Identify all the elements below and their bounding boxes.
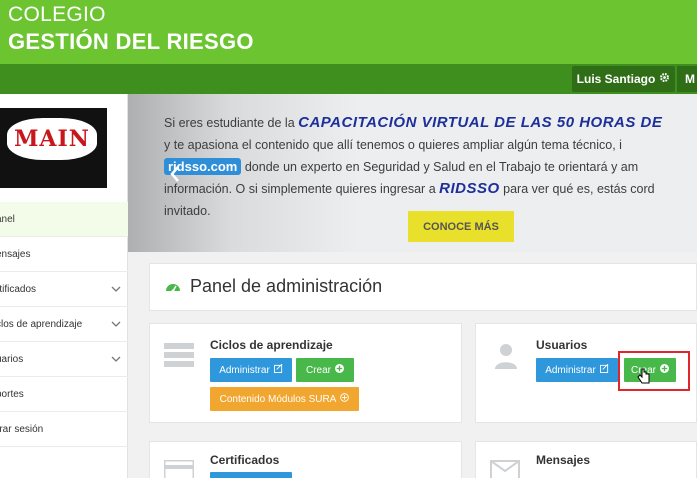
usuarios-administrar-button[interactable]: Administrar [536,358,618,382]
sidebar-item-panel[interactable]: anel [0,202,128,237]
sidebar-item-label: clos de aprendizaje [0,318,83,330]
sidebar-item-label: rrar sesión [0,423,44,435]
sidebar-item-label: uarios [0,353,24,365]
banner-line4a: información. O si simplemente quieres in… [164,182,436,196]
certificados-administrar-button[interactable] [210,472,292,478]
plus-circle-icon [335,364,344,376]
user-menu-button[interactable]: Luis Santiago [572,66,675,92]
sidebar-item-reportes[interactable]: portes [0,377,128,412]
plus-circle-icon [340,393,350,405]
user-icon [494,342,518,375]
promo-banner: Si eres estudiante de la CAPACITACIÓN VI… [128,94,697,252]
sidebar-item-mensajes[interactable]: ensajes [0,237,128,272]
chevron-down-icon [110,318,122,330]
red-highlight-box [618,351,690,391]
contenido-modulos-sura-button[interactable]: Contenido Módulos SURA [210,387,359,411]
ciclos-administrar-button[interactable]: Administrar [210,358,292,382]
brand-title-line1: COLEGIO [8,3,106,26]
chevron-left-icon[interactable] [170,166,180,187]
banner-highlight-capacitacion: CAPACITACIÓN VIRTUAL DE LAS 50 HORAS DE [298,114,663,131]
sidebar-item-cerrar-sesion[interactable]: rrar sesión [0,412,128,447]
certificate-icon [162,458,196,478]
card-mensajes: Mensajes [475,441,697,478]
app-header: COLEGIO GESTIÓN DEL RIESGO [0,0,697,64]
button-label: Contenido Módulos SURA [219,393,337,405]
card-usuarios: Usuarios Administrar Crear [475,323,697,423]
sidebar: MAIN anel ensajes rtificados clos de apr… [0,94,128,478]
button-label: Administrar [219,364,270,376]
banner-line1: Si eres estudiante de la [164,116,295,130]
gear-icon [659,72,670,86]
brand-title-line2: GESTIÓN DEL RIESGO [8,29,254,54]
more-menu-button[interactable]: M [677,66,697,92]
chevron-down-icon [110,283,122,295]
sidebar-item-label: ensajes [0,248,31,260]
sidebar-item-label: portes [0,388,24,400]
logo-badge: MAIN [7,118,97,160]
admin-panel-header: Panel de administración [149,263,697,311]
button-label: Administrar [545,364,596,376]
card-title: Certificados [210,453,280,467]
main-logo: MAIN [0,108,107,188]
sidebar-item-certificados[interactable]: rtificados [0,272,128,307]
logo-text: MAIN [14,126,90,152]
card-title: Usuarios [536,338,588,352]
banner-line3: donde un experto en Seguridad y Salud en… [244,160,639,174]
banner-text: Si eres estudiante de la CAPACITACIÓN VI… [164,112,697,222]
server-icon [164,342,194,373]
banner-line4b: para ver qué es, estás cord [503,182,655,196]
sidebar-item-usuarios[interactable]: uarios [0,342,128,377]
sidebar-item-ciclos[interactable]: clos de aprendizaje [0,307,128,342]
envelope-icon [490,460,520,478]
card-certificados: Certificados [149,441,462,478]
card-ciclos: Ciclos de aprendizaje Administrar Crear … [149,323,462,423]
banner-highlight-ridsso: RIDSSO [439,180,500,197]
chevron-down-icon [110,353,122,365]
card-title: Ciclos de aprendizaje [210,338,333,352]
dashboard-icon [164,278,182,301]
page-title: Panel de administración [190,276,383,296]
sidebar-nav: anel ensajes rtificados clos de aprendiz… [0,202,128,447]
sidebar-item-label: rtificados [0,283,37,295]
button-label: Crear [305,364,331,376]
banner-line2: y te apasiona el contenido que allí tene… [164,138,622,152]
card-title: Mensajes [536,453,591,467]
ciclos-crear-button[interactable]: Crear [296,358,354,382]
user-name-label: Luis Santiago [576,72,656,86]
edit-icon [599,363,609,376]
cursor-hand-icon [637,368,651,389]
edit-icon [273,363,283,376]
conoce-mas-button[interactable]: CONOCE MÁS [408,211,514,242]
sidebar-item-label: anel [0,213,15,225]
